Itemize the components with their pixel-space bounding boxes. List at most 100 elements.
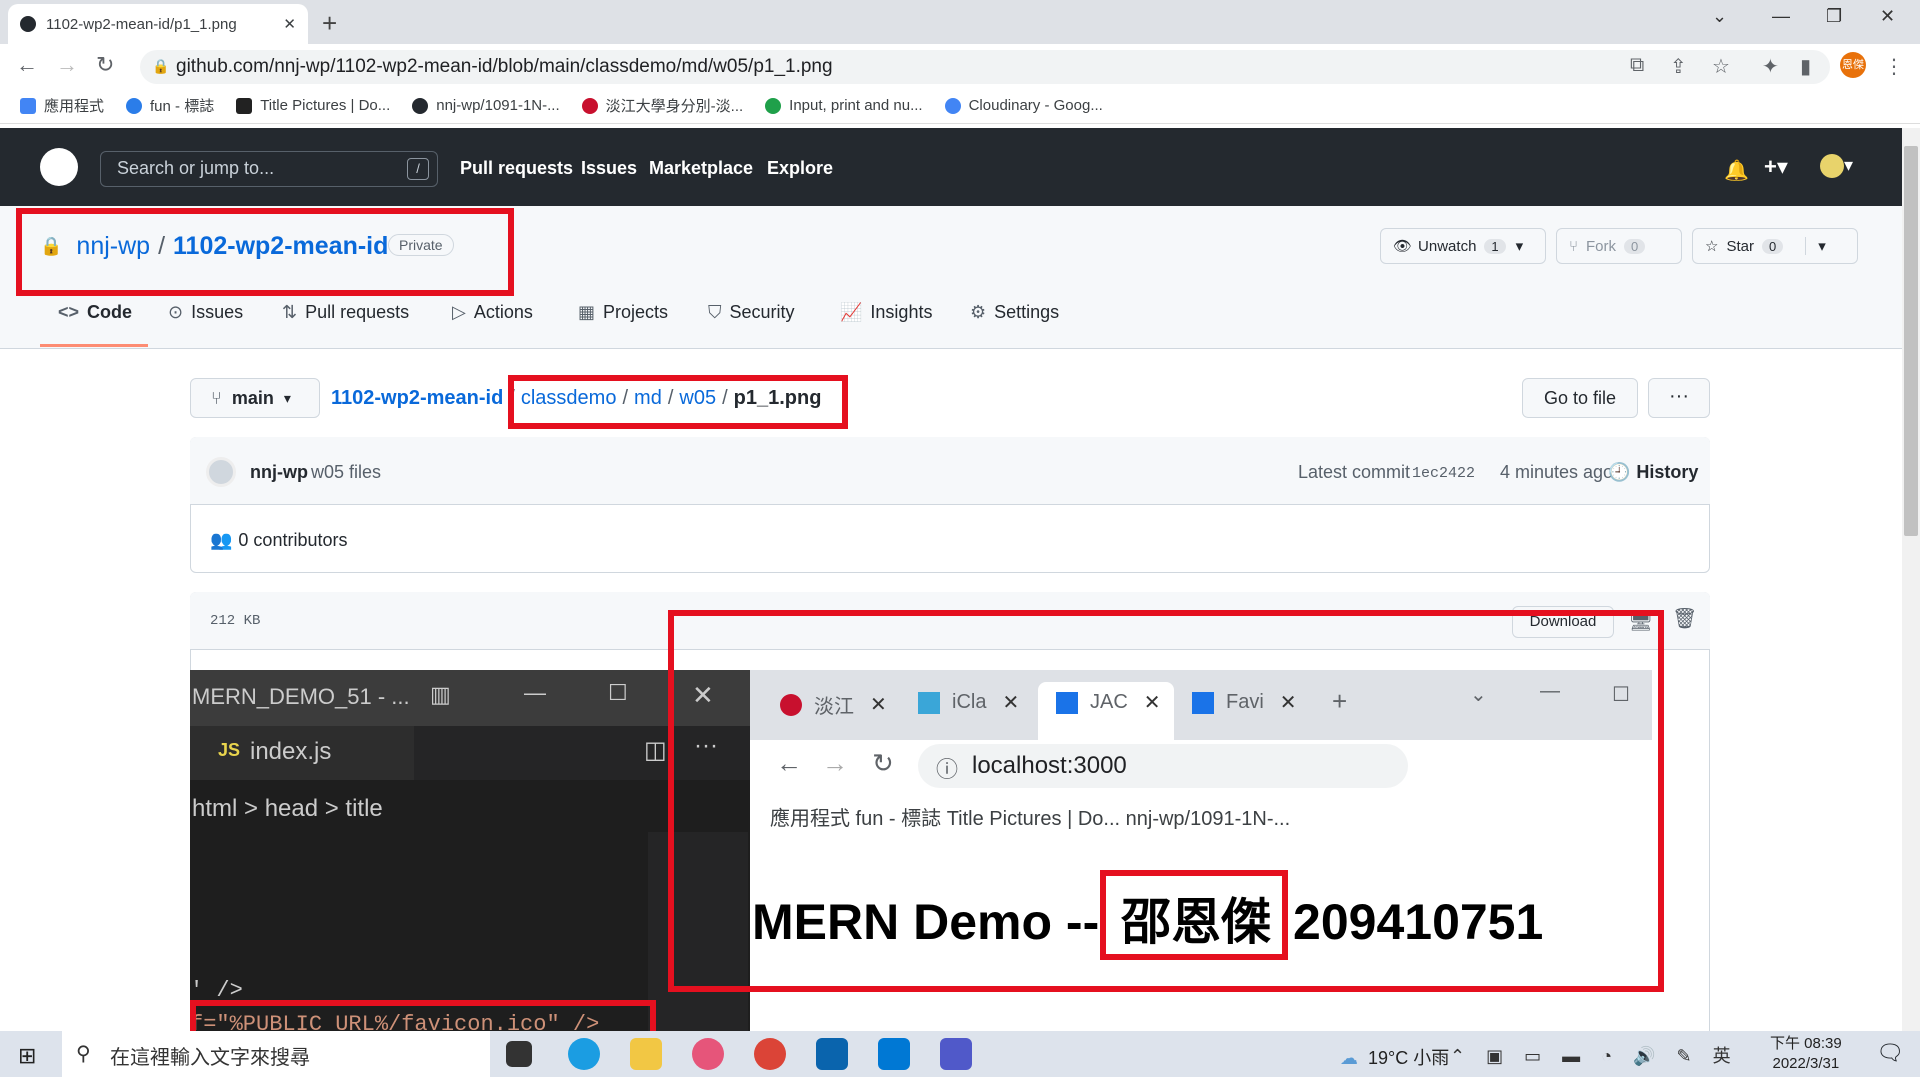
code-icon: <> <box>58 302 80 322</box>
taskbar-clock[interactable]: 下午 08:39 2022/3/31 <box>1770 1034 1842 1074</box>
tab-settings[interactable]: ⚙ Settings <box>970 302 1059 323</box>
pen-icon[interactable]: ✎ <box>1677 1046 1692 1066</box>
close-tab-icon[interactable]: ✕ <box>283 15 296 33</box>
graph-icon: 📈 <box>840 302 863 322</box>
breadcrumb-repo-link[interactable]: 1102-wp2-mean-id <box>331 387 503 409</box>
tab-issues[interactable]: ⊙ Issues <box>168 302 243 323</box>
task-view-icon[interactable] <box>506 1041 532 1067</box>
fork-button[interactable]: ⑂ Fork 0 <box>1556 228 1682 264</box>
commit-message[interactable]: w05 files <box>311 462 381 483</box>
battery-icon[interactable]: ▬ <box>1562 1046 1580 1066</box>
fork-icon: ⑂ <box>1569 237 1579 255</box>
bookmark-tku[interactable]: 淡江大學身分別-淡... <box>581 95 743 116</box>
input-print-icon <box>765 97 782 114</box>
edge-icon[interactable] <box>568 1038 600 1070</box>
star-button[interactable]: ☆ Star 0 ▾ <box>1692 228 1858 264</box>
extensions-puzzle-icon[interactable]: ✦ <box>1762 54 1779 79</box>
close-window-button[interactable]: ✕ <box>1880 6 1895 27</box>
tab-search-chevron-icon[interactable]: ⌄ <box>1712 6 1727 27</box>
tray-app-icon[interactable]: ▣ <box>1486 1046 1503 1066</box>
scrollbar-thumb[interactable] <box>1904 146 1918 536</box>
bookmark-star-icon[interactable]: ☆ <box>1712 54 1730 79</box>
teams-icon[interactable] <box>940 1038 972 1070</box>
profile-avatar[interactable]: 恩傑 <box>1840 52 1866 78</box>
bookmark-title-pictures[interactable]: Title Pictures | Do... <box>236 97 390 114</box>
bookmarks-bar: 應用程式 fun - 標誌 Title Pictures | Do... nnj… <box>0 88 1920 124</box>
restore-window-button[interactable]: ❐ <box>1826 6 1842 27</box>
new-tab-button[interactable]: + <box>322 8 337 39</box>
more-options-button[interactable]: ··· <box>1648 378 1710 418</box>
branch-selector[interactable]: ⑂ main ▾ <box>190 378 320 418</box>
system-tray: ⌃ ▣ ▭ ▬ ◔ 🔊 ✎ 英 <box>1450 1042 1731 1068</box>
share-icon[interactable]: ⇪ <box>1670 54 1687 79</box>
tray-chevron-up-icon[interactable]: ⌃ <box>1450 1046 1465 1066</box>
bookmark-input-print[interactable]: Input, print and nu... <box>765 97 923 114</box>
notifications-bell-icon[interactable]: 🔔 <box>1724 158 1749 183</box>
weather-widget[interactable]: ☁ 19°C 小雨 <box>1340 1044 1449 1070</box>
commit-author[interactable]: nnj-wp <box>250 462 308 483</box>
create-new-plus-icon[interactable]: +▾ <box>1764 154 1788 180</box>
chrome-icon[interactable] <box>754 1038 786 1070</box>
commit-sha[interactable]: 1ec2422 <box>1412 465 1475 482</box>
browser-tab-title: 1102-wp2-mean-id/p1_1.png <box>46 15 237 33</box>
shield-icon: ⛉ <box>708 302 722 322</box>
translate-icon[interactable]: ⧉ <box>1630 54 1644 77</box>
trash-icon[interactable]: 🗑 <box>1672 606 1697 631</box>
contributors-link[interactable]: 👥 0 contributors <box>210 530 347 551</box>
fun-icon <box>126 97 143 114</box>
file-explorer-icon[interactable] <box>630 1038 662 1070</box>
reload-icon[interactable]: ↻ <box>96 52 114 78</box>
minimize-window-button[interactable]: — <box>1772 6 1790 27</box>
search-icon: ⚲ <box>76 1043 91 1065</box>
windows-start-icon[interactable]: ⊞ <box>18 1043 36 1069</box>
layout-icon: ▥ <box>430 682 451 707</box>
annotation-box-repo <box>16 208 514 296</box>
bookmark-fun[interactable]: fun - 標誌 <box>126 95 214 116</box>
nav-pull-requests[interactable]: Pull requests <box>460 158 573 179</box>
history-link[interactable]: 🕘 History <box>1608 462 1698 483</box>
commit-author-avatar[interactable] <box>206 457 236 487</box>
chevron-down-icon: ▾ <box>283 389 291 406</box>
nav-marketplace[interactable]: Marketplace <box>649 158 753 179</box>
tab-pull-requests[interactable]: ⇅ Pull requests <box>282 302 409 323</box>
tab-code[interactable]: <> Code <box>58 302 132 323</box>
nav-issues[interactable]: Issues <box>581 158 637 179</box>
volume-icon[interactable]: 🔊 <box>1633 1046 1655 1066</box>
people-icon: 👥 <box>210 530 233 550</box>
star-list-chevron-icon[interactable]: ▾ <box>1805 237 1826 255</box>
user-avatar <box>1820 154 1844 178</box>
github-search-input[interactable]: Search or jump to... / <box>100 151 438 187</box>
user-avatar-menu[interactable]: ▾ <box>1820 154 1853 178</box>
tab-actions[interactable]: ▷ Actions <box>452 302 533 323</box>
latest-commit-label: Latest commit <box>1298 462 1411 482</box>
tab-security[interactable]: ⛉ Security <box>708 302 795 323</box>
tab-projects[interactable]: ▦ Projects <box>578 302 668 323</box>
bookmark-cloudinary[interactable]: Cloudinary - Goog... <box>944 97 1103 114</box>
vscode-tab-label: index.js <box>250 738 332 765</box>
back-arrow-icon[interactable]: ← <box>16 52 38 78</box>
apps-grid-icon <box>20 97 36 114</box>
notification-center-icon[interactable]: 🗨 <box>1876 1040 1904 1066</box>
bookmark-apps[interactable]: 應用程式 <box>20 95 104 116</box>
go-to-file-button[interactable]: Go to file <box>1522 378 1638 418</box>
tray-display-icon[interactable]: ▭ <box>1524 1046 1541 1066</box>
vscode-icon[interactable] <box>878 1038 910 1070</box>
address-bar[interactable]: 🔒 github.com/nnj-wp/1102-wp2-mean-id/blo… <box>140 50 1830 84</box>
active-tab-underline <box>40 344 148 347</box>
mail-icon[interactable] <box>816 1038 848 1070</box>
issues-icon: ⊙ <box>168 302 184 322</box>
wifi-icon[interactable]: ◔ <box>1601 1046 1612 1066</box>
ime-indicator[interactable]: 英 <box>1713 1046 1731 1066</box>
nav-explore[interactable]: Explore <box>767 158 833 179</box>
chrome-menu-icon[interactable]: ⋮ <box>1884 54 1904 79</box>
taskbar-search-input[interactable]: ⚲ 在這裡輸入文字來搜尋 <box>62 1031 490 1077</box>
snipping-tool-icon[interactable] <box>692 1038 724 1070</box>
tab-insights[interactable]: 📈 Insights <box>840 302 932 323</box>
side-panel-icon[interactable]: ▮ <box>1800 54 1811 79</box>
github-logo-icon[interactable] <box>40 148 78 186</box>
unwatch-button[interactable]: 👁 Unwatch 1 ▾ <box>1380 228 1546 264</box>
github-favicon-icon <box>20 16 36 32</box>
bookmark-nnj-wp[interactable]: nnj-wp/1091-1N-... <box>412 97 560 114</box>
browser-tab-active[interactable]: 1102-wp2-mean-id/p1_1.png ✕ <box>8 4 308 44</box>
forward-arrow-icon[interactable]: → <box>56 52 78 78</box>
